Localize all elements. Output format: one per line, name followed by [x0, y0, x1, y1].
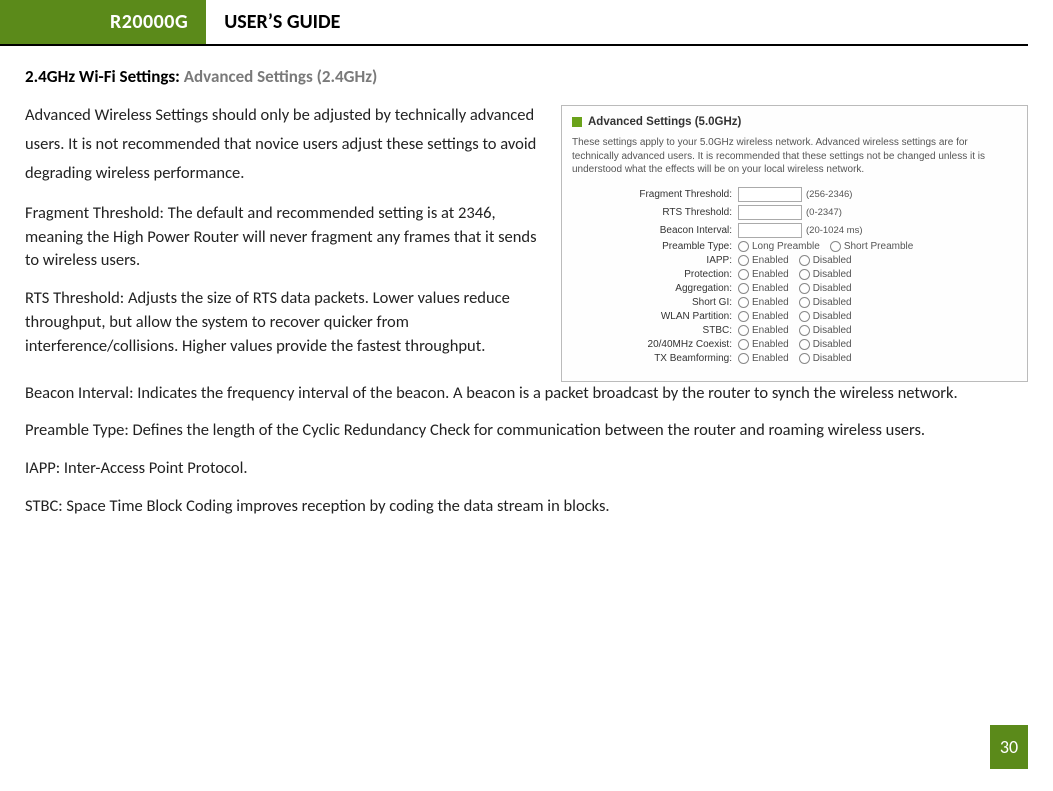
- row-coexist: 20/40MHz Coexist: Enabled Disabled: [572, 339, 1017, 350]
- radio-stbc-disabled[interactable]: Disabled: [799, 325, 852, 336]
- page-header: R20000G USER’S GUIDE: [0, 0, 1028, 46]
- radio-aggregation-disabled[interactable]: Disabled: [799, 283, 852, 294]
- radio-protection-enabled[interactable]: Enabled: [738, 269, 789, 280]
- label-iapp: IAPP:: [572, 255, 738, 266]
- radio-protection-disabled[interactable]: Disabled: [799, 269, 852, 280]
- row-protection: Protection: Enabled Disabled: [572, 269, 1017, 280]
- radio-wlanpart-enabled[interactable]: Enabled: [738, 311, 789, 322]
- rts-paragraph: RTS Threshold: Adjusts the size of RTS d…: [25, 287, 549, 359]
- radio-wlanpart-disabled[interactable]: Disabled: [799, 311, 852, 322]
- label-stbc: STBC:: [572, 325, 738, 336]
- fragment-paragraph: Fragment Threshold: The default and reco…: [25, 202, 549, 274]
- screenshot-title: Advanced Settings (5.0GHz): [588, 116, 741, 128]
- radio-icon: [738, 241, 749, 252]
- guide-title: USER’S GUIDE: [206, 0, 340, 44]
- label-beacon: Beacon Interval:: [572, 225, 738, 236]
- lower-text: Beacon Interval: Indicates the frequency…: [25, 382, 1028, 520]
- left-text-column: Advanced Wireless Settings should only b…: [25, 101, 549, 382]
- radio-stbc-enabled[interactable]: Enabled: [738, 325, 789, 336]
- radio-txbf-disabled[interactable]: Disabled: [799, 353, 852, 364]
- row-stbc: STBC: Enabled Disabled: [572, 325, 1017, 336]
- label-txbf: TX Beamforming:: [572, 353, 738, 364]
- stbc-paragraph: STBC: Space Time Block Coding improves r…: [25, 495, 1028, 519]
- radio-icon: [799, 311, 810, 322]
- radio-icon: [799, 353, 810, 364]
- iapp-paragraph: IAPP: Inter-Access Point Protocol.: [25, 457, 1028, 481]
- radio-aggregation-enabled[interactable]: Enabled: [738, 283, 789, 294]
- radio-icon: [738, 297, 749, 308]
- radio-short-preamble[interactable]: Short Preamble: [830, 241, 913, 252]
- section-name: Advanced Settings (2.4GHz): [184, 66, 378, 87]
- radio-icon: [738, 311, 749, 322]
- page-content: 2.4GHz Wi-Fi Settings: Advanced Settings…: [0, 46, 1053, 519]
- label-wlanpart: WLAN Partition:: [572, 311, 738, 322]
- radio-icon: [799, 269, 810, 280]
- page-number-badge: 30: [990, 725, 1028, 769]
- radio-icon: [738, 353, 749, 364]
- input-beacon[interactable]: [738, 223, 802, 238]
- row-beacon-interval: Beacon Interval: (20-1024 ms): [572, 223, 1017, 238]
- label-rts: RTS Threshold:: [572, 207, 738, 218]
- radio-iapp-disabled[interactable]: Disabled: [799, 255, 852, 266]
- label-aggregation: Aggregation:: [572, 283, 738, 294]
- input-rts[interactable]: [738, 205, 802, 220]
- row-rts-threshold: RTS Threshold: (0-2347): [572, 205, 1017, 220]
- model-badge: R20000G: [0, 0, 206, 44]
- hint-beacon: (20-1024 ms): [806, 225, 863, 236]
- green-square-icon: [572, 117, 582, 127]
- radio-icon: [830, 241, 841, 252]
- radio-iapp-enabled[interactable]: Enabled: [738, 255, 789, 266]
- radio-icon: [738, 339, 749, 350]
- radio-icon: [799, 339, 810, 350]
- label-protection: Protection:: [572, 269, 738, 280]
- radio-shortgi-disabled[interactable]: Disabled: [799, 297, 852, 308]
- row-aggregation: Aggregation: Enabled Disabled: [572, 283, 1017, 294]
- radio-icon: [799, 283, 810, 294]
- row-preamble-type: Preamble Type: Long Preamble Short Pream…: [572, 241, 1017, 252]
- screenshot-title-row: Advanced Settings (5.0GHz): [572, 116, 1017, 128]
- radio-icon: [799, 325, 810, 336]
- label-preamble: Preamble Type:: [572, 241, 738, 252]
- radio-coexist-enabled[interactable]: Enabled: [738, 339, 789, 350]
- radio-icon: [738, 269, 749, 280]
- radio-txbf-enabled[interactable]: Enabled: [738, 353, 789, 364]
- radio-long-preamble[interactable]: Long Preamble: [738, 241, 820, 252]
- radio-icon: [738, 283, 749, 294]
- settings-screenshot: Advanced Settings (5.0GHz) These setting…: [561, 105, 1028, 382]
- radio-icon: [799, 297, 810, 308]
- intro-paragraph: Advanced Wireless Settings should only b…: [25, 101, 549, 188]
- section-heading: 2.4GHz Wi-Fi Settings: Advanced Settings…: [25, 66, 1028, 87]
- label-fragment: Fragment Threshold:: [572, 189, 738, 200]
- beacon-paragraph: Beacon Interval: Indicates the frequency…: [25, 382, 1028, 406]
- row-wlan-partition: WLAN Partition: Enabled Disabled: [572, 311, 1017, 322]
- label-shortgi: Short GI:: [572, 297, 738, 308]
- radio-icon: [738, 255, 749, 266]
- hint-fragment: (256-2346): [806, 189, 852, 200]
- row-iapp: IAPP: Enabled Disabled: [572, 255, 1017, 266]
- radio-shortgi-enabled[interactable]: Enabled: [738, 297, 789, 308]
- preamble-paragraph: Preamble Type: Defines the length of the…: [25, 419, 1028, 443]
- hint-rts: (0-2347): [806, 207, 842, 218]
- section-prefix: 2.4GHz Wi-Fi Settings:: [25, 66, 180, 87]
- row-fragment-threshold: Fragment Threshold: (256-2346): [572, 187, 1017, 202]
- row-tx-beamforming: TX Beamforming: Enabled Disabled: [572, 353, 1017, 364]
- screenshot-description: These settings apply to your 5.0GHz wire…: [572, 136, 1017, 177]
- input-fragment[interactable]: [738, 187, 802, 202]
- radio-coexist-disabled[interactable]: Disabled: [799, 339, 852, 350]
- radio-icon: [799, 255, 810, 266]
- label-coexist: 20/40MHz Coexist:: [572, 339, 738, 350]
- radio-icon: [738, 325, 749, 336]
- row-short-gi: Short GI: Enabled Disabled: [572, 297, 1017, 308]
